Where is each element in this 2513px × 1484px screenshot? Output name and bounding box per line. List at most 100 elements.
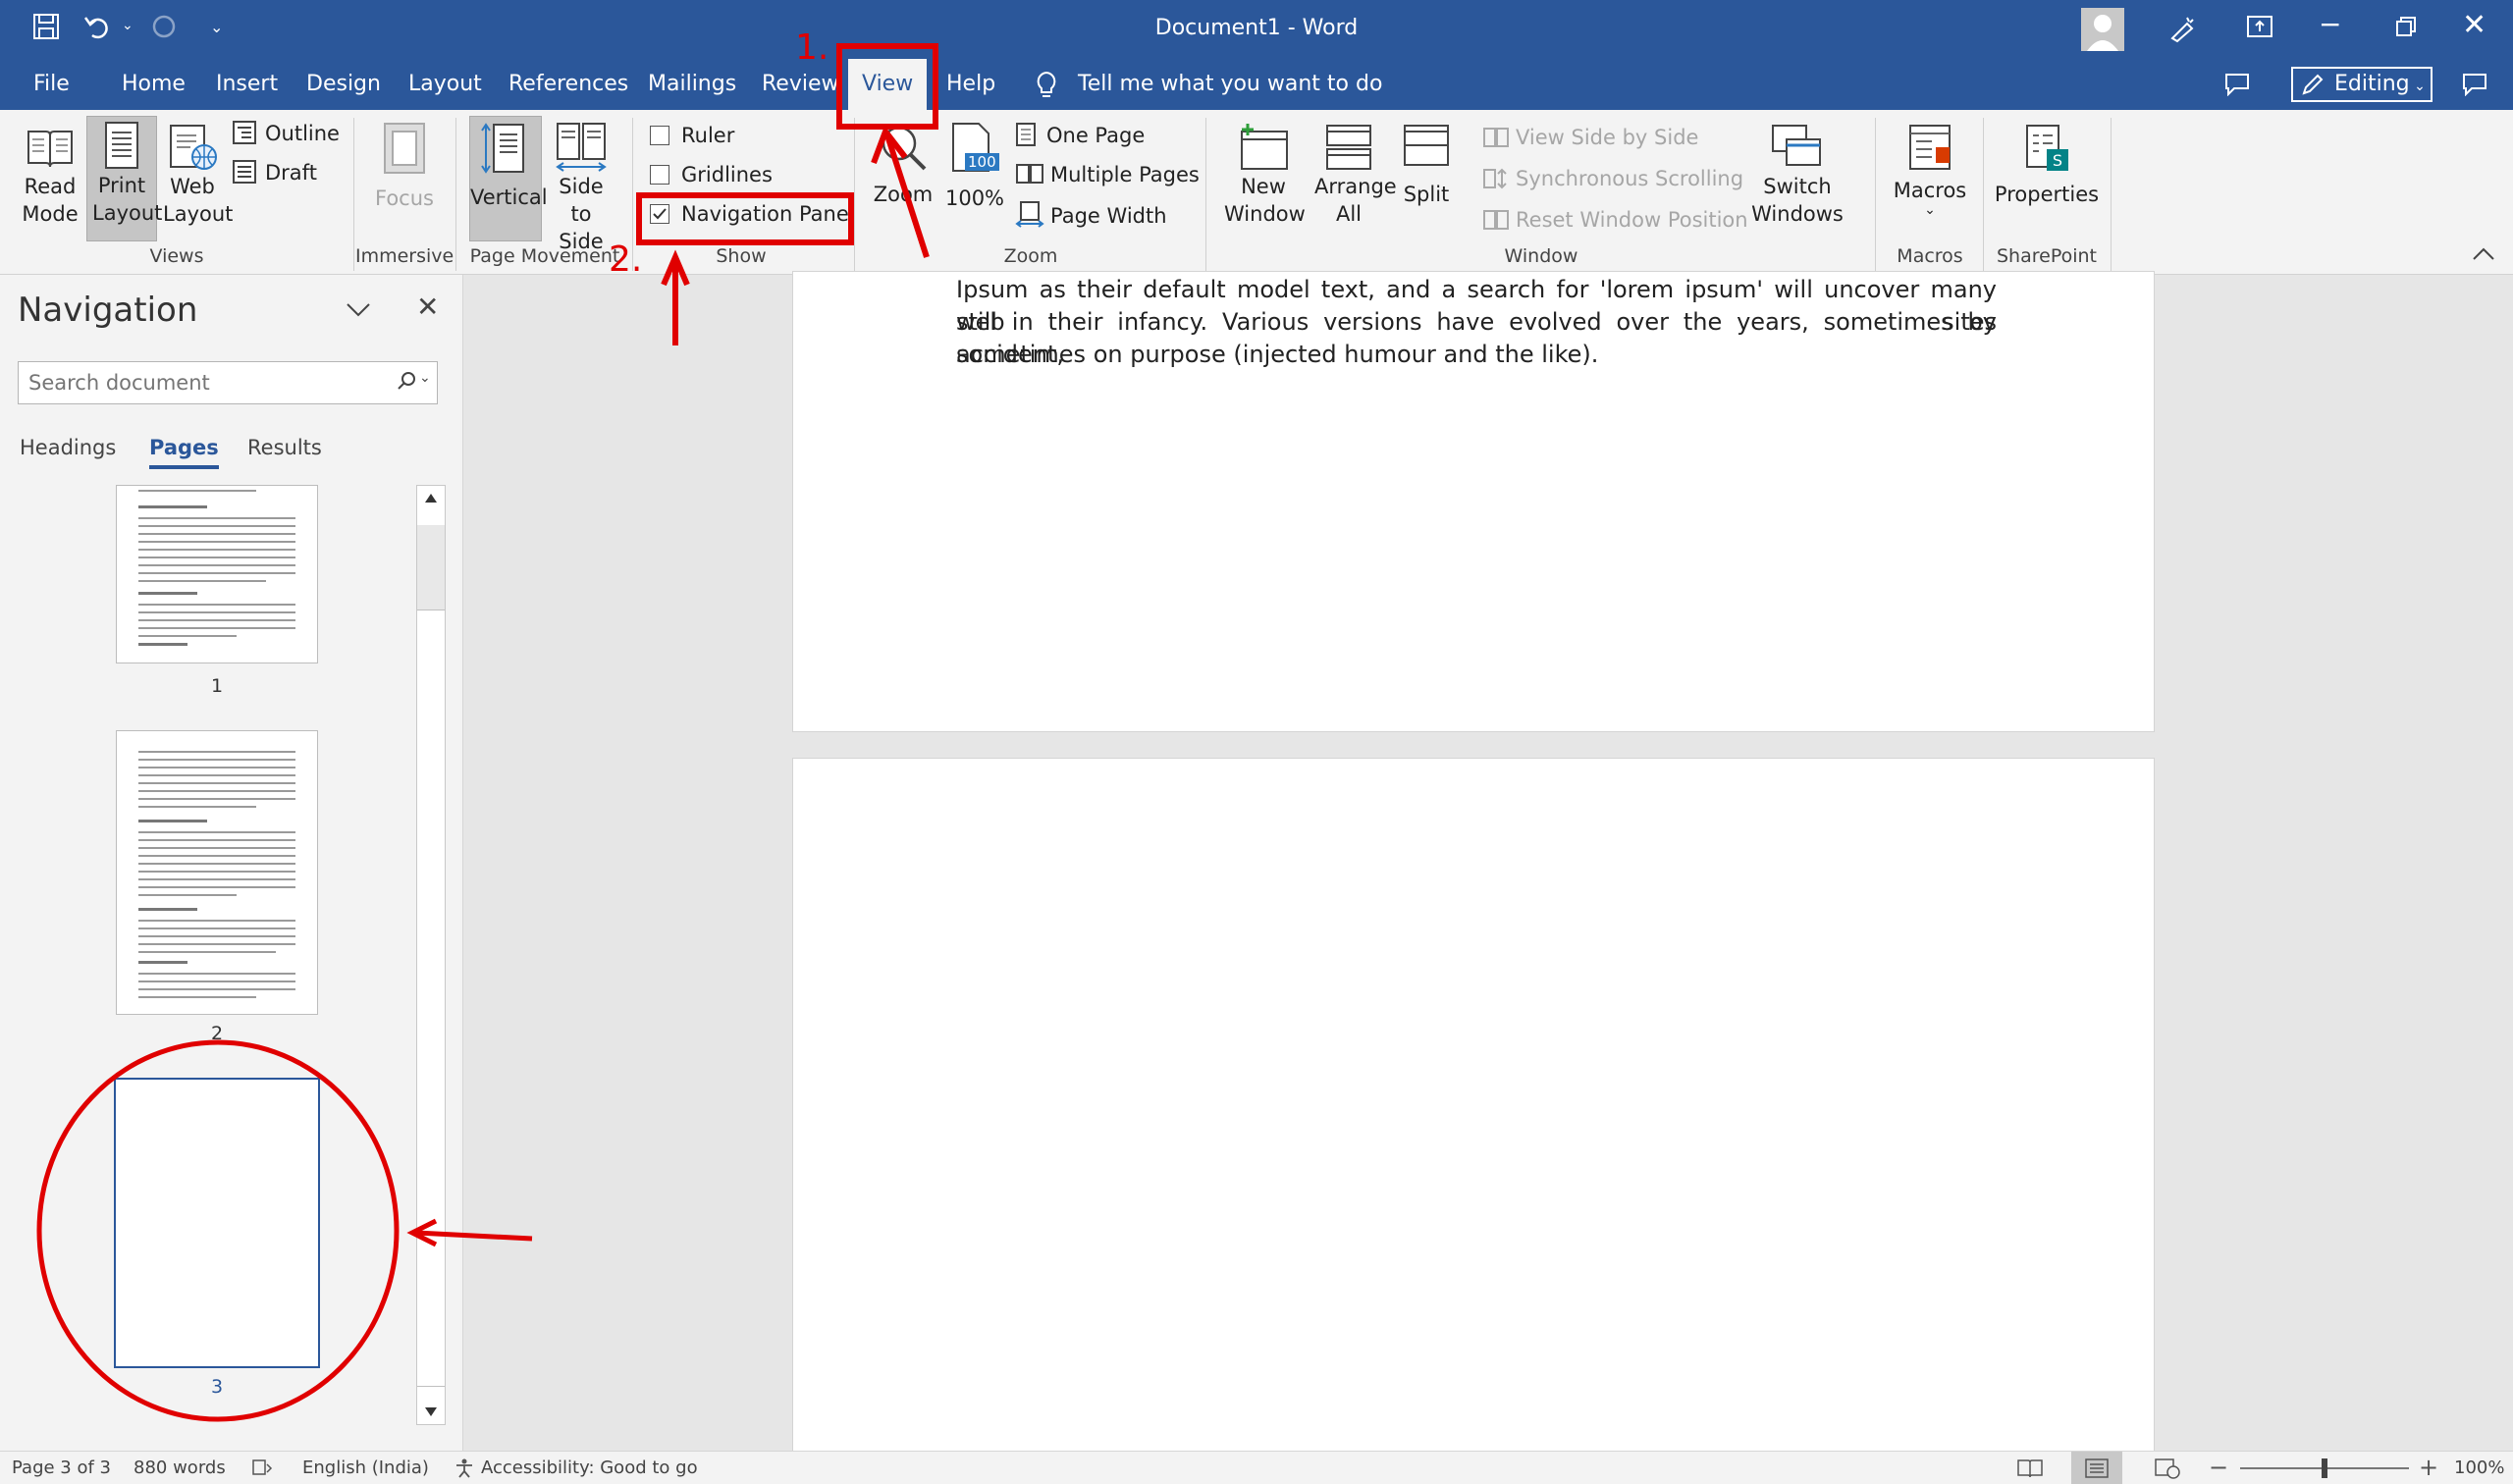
accessibility-status[interactable]: Accessibility: Good to go [481,1458,698,1478]
minimize-icon[interactable]: − [2319,8,2341,40]
draft-button[interactable]: Draft [232,159,317,186]
tab-layout[interactable]: Layout [408,59,482,110]
search-icon[interactable] [396,370,417,396]
undo-icon[interactable] [82,12,112,45]
switch-windows-button[interactable]: Switch Windows [1745,122,1849,228]
scroll-up-icon[interactable] [423,490,439,508]
immersive-group-label: Immersive [355,245,454,267]
tab-results[interactable]: Results [247,436,322,459]
tab-home[interactable]: Home [122,59,186,110]
outline-button[interactable]: Outline [232,120,340,147]
tab-review[interactable]: Review [762,59,839,110]
tab-headings[interactable]: Headings [20,436,116,459]
macros-button[interactable]: Macros ⌄ [1885,122,1975,217]
ribbon-tabs: File Home Insert Design Layout Reference… [0,59,2513,110]
collapse-ribbon-icon[interactable] [2472,245,2495,265]
page-thumbnail-1[interactable] [116,485,318,663]
side-to-side-icon [556,123,607,172]
scroll-down-icon[interactable] [423,1404,439,1423]
editing-mode-button[interactable]: Editing ⌄ [2291,67,2433,102]
comments-icon[interactable] [2224,73,2250,100]
web-layout-view-icon[interactable] [2154,1458,2181,1484]
split-label: Split [1403,183,1450,206]
page-count-status[interactable]: Page 3 of 3 [12,1458,111,1478]
zoom-out-icon[interactable]: − [2209,1454,2228,1481]
page-thumbnail-3[interactable] [114,1078,320,1368]
new-window-button[interactable]: New Window [1219,122,1308,228]
tell-me-search[interactable]: Tell me what you want to do [1078,59,1382,110]
tab-help[interactable]: Help [946,59,995,110]
word-count-status[interactable]: 880 words [134,1458,226,1478]
search-document-box[interactable]: ⌄ [18,361,438,404]
navigation-pane-checkbox[interactable]: Navigation Pane [650,200,849,228]
thumbnail-scrollbar[interactable] [416,485,446,1425]
zoom-slider-thumb[interactable] [2322,1458,2327,1478]
arrange-all-label: Arrange All [1314,175,1397,226]
tab-mailings[interactable]: Mailings [648,59,736,110]
zoom-label: Zoom [873,183,934,206]
focus-button[interactable]: Focus [365,122,444,212]
ruler-check-box[interactable] [650,126,669,145]
page-width-button[interactable]: Page Width [1015,200,1167,230]
tab-view[interactable]: View [848,59,928,110]
macros-dropdown-icon[interactable]: ⌄ [1885,203,1975,217]
pane-options-chevron-icon[interactable] [346,302,371,322]
zoom-100-button[interactable]: 100 100% [942,122,1007,212]
close-window-icon[interactable]: ✕ [2462,8,2486,42]
read-mode-button[interactable]: Read Mode [10,122,90,228]
ruler-checkbox[interactable]: Ruler [650,122,734,149]
macros-group-label: Macros [1897,245,1963,267]
read-mode-view-icon[interactable] [2016,1458,2044,1484]
share-comment-icon[interactable] [2462,73,2487,100]
vertical-icon [481,123,524,174]
outline-label: Outline [265,122,340,145]
gridlines-checkbox[interactable]: Gridlines [650,161,773,188]
document-page-2[interactable]: Ipsum as their default model text, and a… [792,271,2155,732]
language-status[interactable]: English (India) [302,1458,429,1478]
side-to-side-button[interactable]: Side to Side [546,122,616,255]
tab-design[interactable]: Design [306,59,381,110]
account-avatar[interactable] [2081,8,2124,51]
print-layout-button[interactable]: Print Layout [86,116,162,241]
designer-pen-icon[interactable] [2167,14,2197,47]
web-layout-button[interactable]: Web Layout [157,122,234,228]
split-button[interactable]: Split [1392,122,1461,208]
customize-toolbar-icon[interactable]: ⌄ [210,18,223,36]
proofing-icon[interactable] [251,1458,273,1481]
tab-pages[interactable]: Pages [149,436,219,469]
print-layout-view-icon [2084,1458,2110,1484]
zoom-100-label: 100% [944,186,1005,210]
tab-insert[interactable]: Insert [216,59,278,110]
multiple-pages-button[interactable]: Multiple Pages [1015,161,1200,188]
close-pane-icon[interactable]: ✕ [416,291,439,323]
page-thumbnail-2[interactable] [116,730,318,1015]
navigation-pane-check-box[interactable] [650,204,669,224]
one-page-button[interactable]: One Page [1015,122,1145,149]
document-page-3[interactable] [792,758,2155,1464]
tab-references[interactable]: References [508,59,628,110]
ribbon-display-options-icon[interactable] [2246,14,2273,43]
views-group-label: Views [149,245,204,267]
search-dropdown-icon[interactable]: ⌄ [419,370,431,386]
vertical-button[interactable]: Vertical [469,116,548,241]
print-layout-view-button[interactable] [2071,1452,2122,1484]
arrange-all-button[interactable]: Arrange All [1310,122,1397,228]
zoom-level-status[interactable]: 100% [2454,1458,2504,1478]
properties-button[interactable]: S Properties [1993,122,2101,208]
properties-label: Properties [1994,183,2100,206]
scroll-thumb[interactable] [417,610,445,1387]
zoom-button[interactable]: Zoom [866,122,940,208]
accessibility-icon[interactable] [454,1458,475,1484]
web-layout-label: Web Layout [163,175,234,226]
restore-icon[interactable] [2395,16,2417,41]
search-document-input[interactable] [28,368,382,398]
outline-icon [233,121,256,144]
save-icon[interactable] [31,12,61,45]
pencil-icon [2301,73,2325,106]
zoom-in-icon[interactable]: + [2419,1454,2438,1481]
tab-file[interactable]: File [33,59,70,110]
gridlines-check-box[interactable] [650,165,669,185]
undo-dropdown-icon[interactable]: ⌄ [122,18,134,33]
redo-icon [149,12,179,45]
page-width-icon [1015,201,1044,228]
